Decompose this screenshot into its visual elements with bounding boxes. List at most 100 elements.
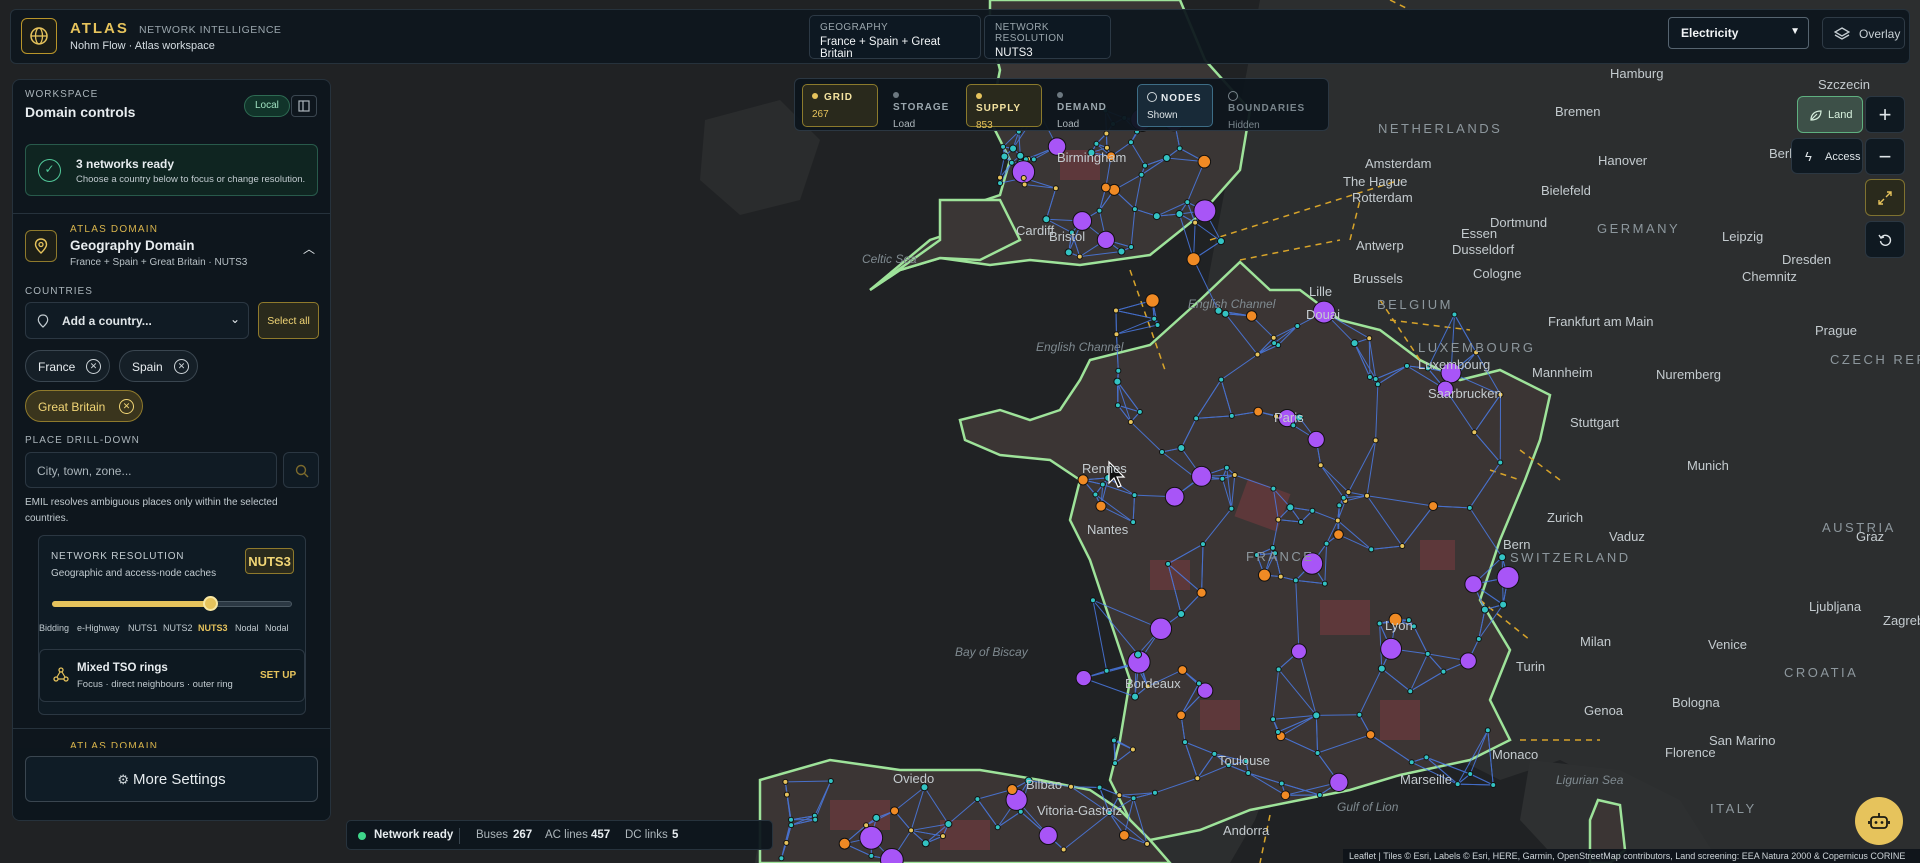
grid-node[interactable] <box>1176 710 1186 721</box>
grid-node[interactable] <box>1009 144 1018 153</box>
tso-rings-card[interactable]: Mixed TSO rings Focus · direct neighbour… <box>39 649 305 702</box>
grid-node[interactable] <box>1372 375 1379 382</box>
grid-node[interactable] <box>1030 156 1037 163</box>
grid-node[interactable] <box>1454 781 1461 788</box>
country-chip-spain[interactable]: Spain ✕ <box>119 350 198 382</box>
grid-node[interactable] <box>1270 716 1277 723</box>
grid-node[interactable] <box>1403 362 1410 369</box>
grid-node[interactable] <box>1277 573 1284 580</box>
grid-node[interactable] <box>1113 377 1122 386</box>
grid-node[interactable] <box>1424 650 1431 657</box>
grid-node[interactable] <box>1297 519 1304 526</box>
country-chip-france[interactable]: France ✕ <box>25 350 110 382</box>
grid-node[interactable] <box>997 174 1004 181</box>
grid-node[interactable] <box>1184 199 1191 206</box>
grid-node[interactable] <box>1323 540 1330 547</box>
grid-node[interactable] <box>1095 500 1107 512</box>
map-attribution[interactable]: Leaflet | Tiles © Esri, Labels © Esri, H… <box>1343 849 1920 863</box>
grid-node[interactable] <box>1131 206 1138 213</box>
grid-node[interactable] <box>782 778 789 785</box>
grid-node[interactable] <box>1164 486 1185 507</box>
grid-node[interactable] <box>944 819 953 828</box>
grid-node[interactable] <box>974 796 981 803</box>
select-all-button[interactable]: Select all <box>258 302 319 339</box>
grid-node[interactable] <box>1428 501 1439 511</box>
tick-nodal-2[interactable]: Nodal <box>265 623 289 633</box>
grid-node[interactable] <box>1228 412 1235 419</box>
grid-node[interactable] <box>859 825 884 850</box>
grid-node[interactable] <box>1407 688 1414 695</box>
grid-node[interactable] <box>1060 846 1067 853</box>
grid-node[interactable] <box>1177 609 1186 618</box>
grid-node[interactable] <box>1136 408 1143 415</box>
grid-node[interactable] <box>1192 219 1199 226</box>
grid-node[interactable] <box>1309 507 1316 514</box>
grid-node[interactable] <box>1211 750 1218 757</box>
tick-nuts3[interactable]: NUTS3 <box>198 623 228 633</box>
grid-node[interactable] <box>1377 664 1386 673</box>
grid-node[interactable] <box>1356 711 1363 718</box>
slider-thumb[interactable] <box>203 596 219 611</box>
tick-ehighway[interactable]: e-Highway <box>77 623 120 633</box>
grid-node[interactable] <box>1275 516 1282 523</box>
grid-node[interactable] <box>1334 517 1341 524</box>
place-search-input[interactable]: City, town, zone... <box>25 452 277 488</box>
assistant-bot-button[interactable] <box>1855 797 1903 845</box>
grid-node[interactable] <box>1145 293 1160 308</box>
grid-node[interactable] <box>1112 760 1119 767</box>
grid-node[interactable] <box>1112 307 1119 314</box>
grid-node[interactable] <box>1292 577 1299 584</box>
globe-logo-icon[interactable] <box>21 18 57 54</box>
grid-node[interactable] <box>1182 739 1189 746</box>
grid-node[interactable] <box>1118 829 1130 841</box>
grid-node[interactable] <box>1089 597 1096 604</box>
grid-node[interactable] <box>1000 143 1007 150</box>
grid-node[interactable] <box>908 827 915 834</box>
grid-node[interactable] <box>1131 492 1138 499</box>
grid-node[interactable] <box>1423 754 1430 761</box>
grid-node[interactable] <box>1193 199 1217 223</box>
grid-node[interactable] <box>1216 237 1225 246</box>
grid-node[interactable] <box>1154 322 1161 329</box>
grid-node[interactable] <box>1130 795 1137 802</box>
grid-node[interactable] <box>1006 784 1018 796</box>
grid-node[interactable] <box>1280 790 1291 801</box>
reset-view-button[interactable] <box>1865 221 1905 258</box>
grid-node[interactable] <box>1175 209 1184 218</box>
grid-node[interactable] <box>1151 789 1158 796</box>
grid-node[interactable] <box>1257 568 1271 582</box>
grid-node[interactable] <box>1115 367 1122 374</box>
grid-node[interactable] <box>1498 553 1507 562</box>
layer-boundaries-toggle[interactable]: BOUNDARIES Hidden <box>1219 84 1319 131</box>
grid-node[interactable] <box>1131 692 1140 701</box>
grid-node[interactable] <box>1021 181 1028 188</box>
grid-node[interactable] <box>827 778 834 785</box>
grid-node[interactable] <box>1294 323 1301 330</box>
grid-node[interactable] <box>1221 309 1230 318</box>
grid-node[interactable] <box>1038 825 1058 846</box>
layer-supply-toggle[interactable]: SUPPLY 853 <box>966 84 1042 131</box>
grid-node[interactable] <box>1096 230 1115 249</box>
grid-node[interactable] <box>1464 575 1483 594</box>
grid-node[interactable] <box>1020 175 1027 182</box>
grid-node[interactable] <box>1480 605 1489 614</box>
add-country-dropdown[interactable]: Add a country... ⌄ <box>25 302 249 339</box>
more-settings-button[interactable]: ⚙ More Settings <box>25 756 318 802</box>
grid-node[interactable] <box>1177 665 1188 675</box>
resolution-pill[interactable]: NETWORK RESOLUTION NUTS3 <box>984 15 1111 59</box>
grid-node[interactable] <box>1191 465 1212 487</box>
grid-node[interactable] <box>1275 666 1282 673</box>
overlay-button[interactable]: Overlay <box>1822 17 1905 49</box>
grid-node[interactable] <box>1151 315 1158 322</box>
grid-node[interactable] <box>1278 780 1285 787</box>
grid-node[interactable] <box>1142 162 1149 169</box>
grid-node[interactable] <box>1077 474 1089 486</box>
grid-node[interactable] <box>872 813 881 822</box>
place-search-button[interactable] <box>283 452 319 488</box>
grid-node[interactable] <box>1490 781 1497 788</box>
grid-node[interactable] <box>788 822 795 829</box>
grid-node[interactable] <box>1196 587 1207 598</box>
grid-node[interactable] <box>1496 566 1520 589</box>
layer-nodes-toggle[interactable]: NODES Shown <box>1137 84 1213 127</box>
grid-node[interactable] <box>788 816 795 823</box>
